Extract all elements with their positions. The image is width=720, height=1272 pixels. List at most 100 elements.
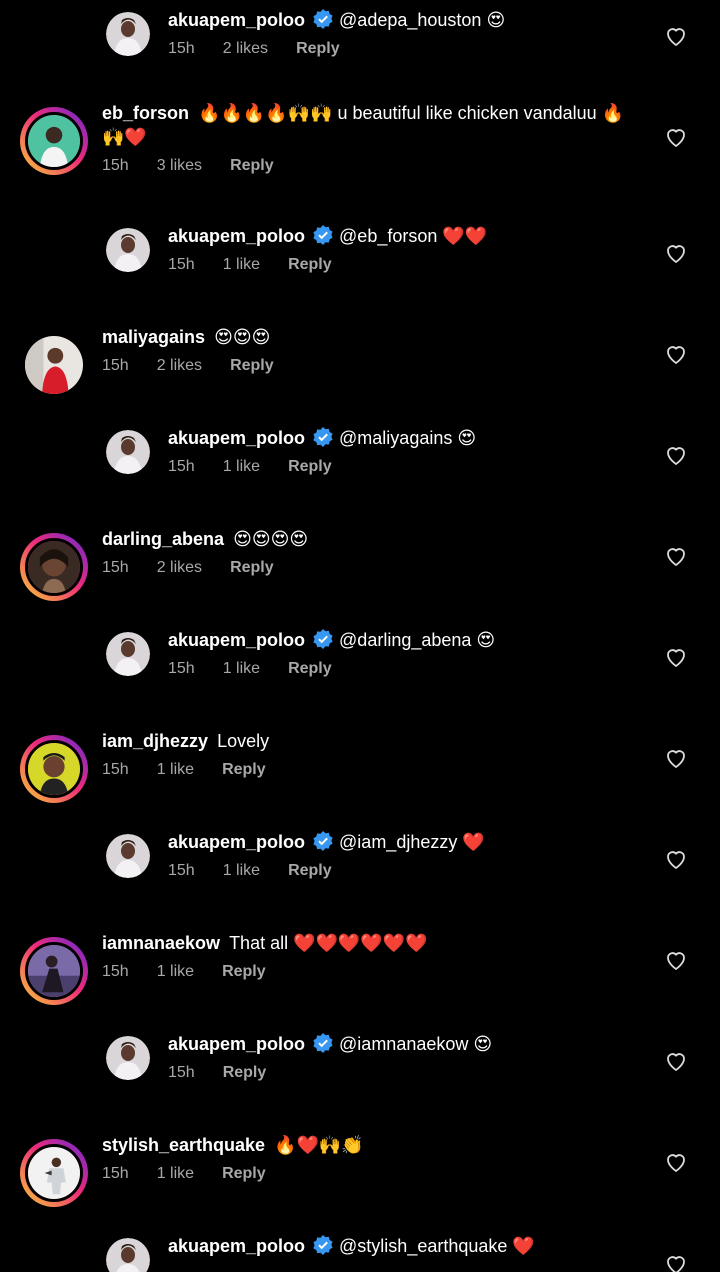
comment-username[interactable]: stylish_earthquake bbox=[102, 1135, 265, 1155]
comment-mention[interactable]: @eb_forson bbox=[339, 226, 437, 246]
avatar-image-djhezzy bbox=[25, 740, 83, 798]
avatar[interactable] bbox=[106, 1036, 150, 1080]
reply-button[interactable]: Reply bbox=[222, 761, 266, 778]
like-heart-icon[interactable] bbox=[664, 1150, 688, 1174]
comment-time: 15h bbox=[102, 1165, 129, 1182]
avatar[interactable] bbox=[106, 632, 150, 676]
avatar-image-poloo bbox=[106, 12, 150, 56]
comment-likes[interactable]: 3 likes bbox=[157, 157, 202, 174]
comment-mention[interactable]: @iam_djhezzy bbox=[339, 832, 457, 852]
avatar[interactable] bbox=[20, 735, 88, 803]
like-heart-icon[interactable] bbox=[664, 241, 688, 265]
comment-time: 15h bbox=[168, 862, 195, 879]
comment-mention[interactable]: @adepa_houston bbox=[339, 10, 481, 30]
avatar-image-poloo bbox=[106, 632, 150, 676]
avatar[interactable] bbox=[20, 1139, 88, 1207]
comment-likes[interactable]: 2 likes bbox=[157, 559, 202, 576]
reply-button[interactable]: Reply bbox=[223, 1064, 267, 1081]
avatar[interactable] bbox=[20, 107, 88, 175]
comment-emoji: ❤️ bbox=[462, 832, 485, 853]
comment-emoji: ❤️ bbox=[512, 1236, 535, 1257]
comment-likes[interactable]: 1 like bbox=[223, 256, 260, 273]
comment: eb_forson 🔥🔥🔥🔥🙌🙌 u beautiful like chicke… bbox=[0, 103, 720, 193]
comment-likes[interactable]: 1 like bbox=[223, 458, 260, 475]
reply-comment: akuapem_poloo @maliyagains 😍 15h 1 like Rep… bbox=[0, 427, 720, 518]
like-heart-icon[interactable] bbox=[664, 443, 688, 467]
avatar[interactable] bbox=[20, 331, 88, 399]
comment-time: 15h bbox=[102, 357, 129, 374]
comment-likes[interactable]: 2 likes bbox=[223, 40, 268, 57]
comment-likes[interactable]: 1 like bbox=[223, 660, 260, 677]
comment-username[interactable]: akuapem_poloo bbox=[168, 832, 305, 852]
avatar[interactable] bbox=[106, 1238, 150, 1272]
avatar-image-ebforson bbox=[25, 112, 83, 170]
comment-time: 15h bbox=[168, 660, 195, 677]
comment-time: 15h bbox=[102, 559, 129, 576]
like-heart-icon[interactable] bbox=[664, 645, 688, 669]
avatar-image-poloo bbox=[106, 834, 150, 878]
reply-button[interactable]: Reply bbox=[222, 963, 266, 980]
comment-username[interactable]: iam_djhezzy bbox=[102, 731, 208, 751]
comment-meta: 15h Reply bbox=[168, 1063, 294, 1083]
verified-badge-icon bbox=[313, 1033, 333, 1053]
comment-likes[interactable]: 1 like bbox=[157, 1165, 194, 1182]
like-heart-icon[interactable] bbox=[664, 544, 688, 568]
like-heart-icon[interactable] bbox=[664, 847, 688, 871]
comment-mention[interactable]: @maliyagains bbox=[339, 428, 452, 448]
avatar-image-abena bbox=[25, 538, 83, 596]
comment-meta: 15h 1 like Reply bbox=[102, 760, 294, 780]
comment-meta: 15h 1 like Reply bbox=[102, 1164, 294, 1184]
comment-mention[interactable]: @stylish_earthquake bbox=[339, 1236, 507, 1256]
like-heart-icon[interactable] bbox=[664, 125, 688, 149]
reply-button[interactable]: Reply bbox=[288, 458, 332, 475]
like-heart-icon[interactable] bbox=[664, 1049, 688, 1073]
reply-button[interactable]: Reply bbox=[288, 256, 332, 273]
avatar[interactable] bbox=[106, 12, 150, 56]
comment-emoji: ❤️❤️ bbox=[442, 226, 488, 247]
comment-likes[interactable]: 1 like bbox=[157, 761, 194, 778]
comment-likes[interactable]: 1 like bbox=[157, 963, 194, 980]
comment-time: 15h bbox=[168, 40, 195, 57]
reply-comment: akuapem_poloo @stylish_earthquake ❤️ bbox=[0, 1235, 720, 1272]
verified-badge-icon bbox=[313, 831, 333, 851]
like-heart-icon[interactable] bbox=[664, 342, 688, 366]
reply-button[interactable]: Reply bbox=[296, 40, 340, 57]
comment-mention[interactable]: @darling_abena bbox=[339, 630, 471, 650]
comment-username[interactable]: darling_abena bbox=[102, 529, 224, 549]
like-heart-icon[interactable] bbox=[664, 746, 688, 770]
comment-text: 🔥❤️🙌👏 bbox=[274, 1135, 364, 1156]
reply-button[interactable]: Reply bbox=[230, 559, 274, 576]
comment-username[interactable]: iamnanaekow bbox=[102, 933, 220, 953]
like-heart-icon[interactable] bbox=[664, 1252, 688, 1272]
comment-username[interactable]: akuapem_poloo bbox=[168, 1236, 305, 1256]
reply-button[interactable]: Reply bbox=[230, 357, 274, 374]
comment-username[interactable]: eb_forson bbox=[102, 103, 189, 123]
comment-username[interactable]: akuapem_poloo bbox=[168, 630, 305, 650]
reply-button[interactable]: Reply bbox=[222, 1165, 266, 1182]
verified-badge-icon bbox=[313, 9, 333, 29]
avatar[interactable] bbox=[106, 228, 150, 272]
reply-button[interactable]: Reply bbox=[288, 660, 332, 677]
avatar-image-earthquake bbox=[25, 1144, 83, 1202]
avatar[interactable] bbox=[106, 834, 150, 878]
reply-button[interactable]: Reply bbox=[230, 157, 274, 174]
avatar[interactable] bbox=[20, 533, 88, 601]
avatar[interactable] bbox=[106, 430, 150, 474]
reply-comment: akuapem_poloo @darling_abena 😍 15h 1 like R… bbox=[0, 629, 720, 720]
comment-username[interactable]: akuapem_poloo bbox=[168, 1034, 305, 1054]
comment-meta: 15h 3 likes Reply bbox=[102, 156, 302, 176]
comment-username[interactable]: akuapem_poloo bbox=[168, 226, 305, 246]
comment-username[interactable]: akuapem_poloo bbox=[168, 10, 305, 30]
comment-username[interactable]: akuapem_poloo bbox=[168, 428, 305, 448]
comment-mention[interactable]: @iamnanaekow bbox=[339, 1034, 468, 1054]
comment-meta: 15h 1 like Reply bbox=[168, 457, 360, 477]
comment-emoji: 😍 bbox=[457, 428, 477, 449]
avatar[interactable] bbox=[20, 937, 88, 1005]
like-heart-icon[interactable] bbox=[664, 24, 688, 48]
comment-likes[interactable]: 2 likes bbox=[157, 357, 202, 374]
comment-likes[interactable]: 1 like bbox=[223, 862, 260, 879]
reply-button[interactable]: Reply bbox=[288, 862, 332, 879]
comment-username[interactable]: maliyagains bbox=[102, 327, 205, 347]
like-heart-icon[interactable] bbox=[664, 948, 688, 972]
comment-meta: 15h 1 like Reply bbox=[102, 962, 294, 982]
